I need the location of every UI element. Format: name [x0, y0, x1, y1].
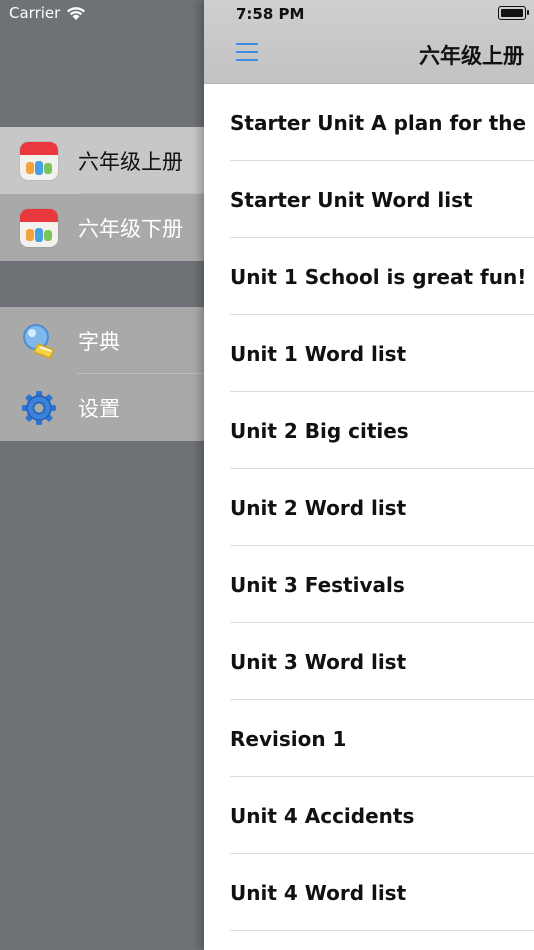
battery-icon — [498, 6, 529, 20]
drawer-item-label: 字典 — [78, 329, 120, 354]
gear-icon — [22, 390, 56, 425]
list-item-label: Revision 1 — [230, 726, 347, 751]
list-item-label: Unit 1 Word list — [230, 341, 407, 366]
list-item-label: Unit 4 Accidents — [230, 803, 415, 828]
list-item-label: Unit 3 Festivals — [230, 572, 405, 597]
drawer-item-label: 六年级下册 — [78, 216, 183, 241]
book-cover-icon — [20, 208, 58, 247]
list-item-label: Starter Unit A plan for the new — [230, 110, 534, 135]
drawer-item-dictionary[interactable]: 字典 — [0, 307, 210, 374]
navigation-bar: 7:58 PM 六年级上册 — [204, 0, 534, 84]
list-item[interactable]: Unit 1 Word list — [204, 315, 534, 392]
side-drawer: Carrier 六年级上册 六年级下册 字典 设置 — [0, 0, 210, 950]
textbook-group: 六年级上册 六年级下册 — [0, 127, 210, 261]
book-cover-icon — [20, 141, 58, 180]
list-item[interactable]: Unit 3 Word list — [204, 623, 534, 700]
lesson-list: Starter Unit A plan for the new Starter … — [204, 84, 534, 931]
list-item-label: Unit 1 School is great fun! — [230, 264, 527, 289]
list-item-label: Starter Unit Word list — [230, 187, 473, 212]
main-panel: 7:58 PM 六年级上册 Starter Unit A plan for th… — [204, 0, 534, 950]
list-item[interactable]: Unit 3 Festivals — [204, 546, 534, 623]
drawer-item-grade6-volume1[interactable]: 六年级上册 — [0, 127, 210, 194]
carrier-label: Carrier — [9, 4, 61, 22]
drawer-item-label: 六年级上册 — [78, 149, 183, 174]
status-bar-left: Carrier — [9, 4, 86, 22]
list-item[interactable]: Unit 1 School is great fun! — [204, 238, 534, 315]
page-title: 六年级上册 — [419, 44, 524, 68]
list-item-label: Unit 2 Big cities — [230, 418, 409, 443]
list-item-label: Unit 2 Word list — [230, 495, 407, 520]
list-item[interactable]: Unit 2 Word list — [204, 469, 534, 546]
list-item-label: Unit 4 Word list — [230, 880, 407, 905]
status-time: 7:58 PM — [236, 5, 305, 23]
wifi-icon — [67, 6, 86, 20]
list-item[interactable]: Unit 4 Word list — [204, 854, 534, 931]
list-item[interactable]: Starter Unit Word list — [204, 161, 534, 238]
drawer-item-label: 设置 — [78, 396, 120, 421]
list-item-label: Unit 3 Word list — [230, 649, 407, 674]
tools-group: 字典 设置 — [0, 307, 210, 441]
list-item[interactable]: Unit 4 Accidents — [204, 777, 534, 854]
drawer-item-settings[interactable]: 设置 — [0, 374, 210, 441]
list-item[interactable]: Starter Unit A plan for the new — [204, 84, 534, 161]
dictionary-icon — [23, 323, 56, 359]
list-item[interactable]: Revision 1 — [204, 700, 534, 777]
hamburger-menu-icon[interactable] — [236, 43, 258, 61]
drawer-item-grade6-volume2[interactable]: 六年级下册 — [0, 194, 210, 261]
list-item[interactable]: Unit 2 Big cities — [204, 392, 534, 469]
